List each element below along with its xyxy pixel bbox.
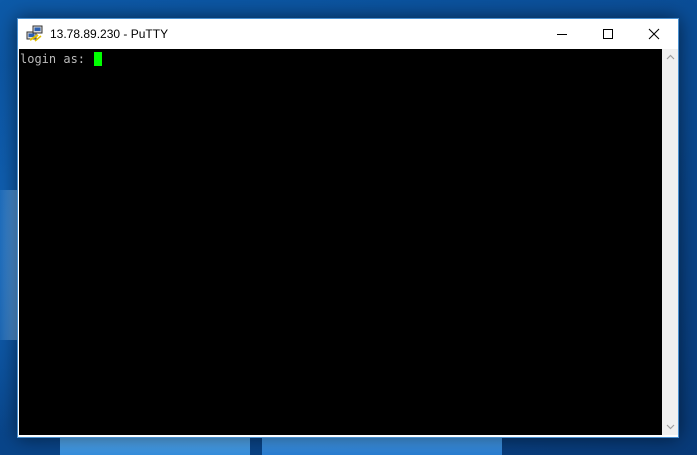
wallpaper-light (0, 190, 18, 340)
putty-window[interactable]: 13.78.89.230 - PuTTY login as: (17, 18, 679, 438)
maximize-button[interactable] (585, 19, 631, 49)
terminal-cursor (94, 52, 103, 66)
scroll-up-button[interactable] (662, 49, 678, 65)
close-icon (648, 28, 660, 40)
putty-icon[interactable] (26, 25, 44, 43)
scroll-down-button[interactable] (662, 419, 678, 435)
minimize-icon (557, 34, 567, 35)
vertical-scrollbar[interactable] (662, 49, 678, 435)
title-bar[interactable]: 13.78.89.230 - PuTTY (18, 19, 678, 49)
minimize-button[interactable] (539, 19, 585, 49)
maximize-icon (603, 29, 613, 39)
window-title: 13.78.89.230 - PuTTY (50, 27, 169, 41)
login-prompt-line: login as: (20, 52, 103, 66)
scroll-down-arrow-icon (666, 424, 674, 430)
scrollbar-track[interactable] (663, 66, 677, 418)
login-prompt: login as: (20, 52, 93, 66)
scroll-up-arrow-icon (666, 54, 674, 60)
terminal-area[interactable]: login as: (19, 49, 662, 435)
close-button[interactable] (631, 19, 677, 49)
